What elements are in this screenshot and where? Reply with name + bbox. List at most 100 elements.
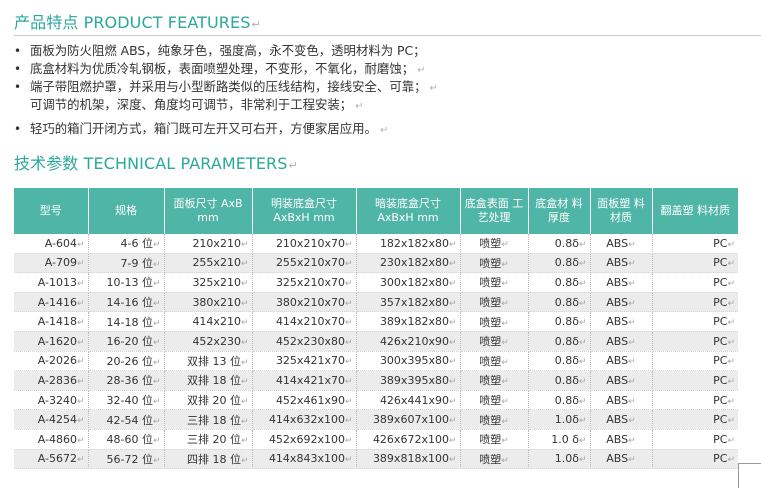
cell-value: A-3240 (37, 393, 77, 407)
cell-value: 255x210 (192, 256, 241, 270)
cell-end-mark-icon: ↵ (344, 435, 353, 446)
cell-value: 210x210x70 (275, 236, 345, 250)
cell-end-mark-icon: ↵ (628, 357, 636, 368)
feature-item: • 底盒材料为优质冷轧钢板，表面喷塑处理，不变形，不氧化，耐磨蚀； ↵ (14, 60, 426, 80)
cell-end-mark-icon: ↵ (448, 396, 457, 407)
cell-end-mark-icon: ↵ (76, 259, 85, 270)
table-cell: 414x632x100↵ (252, 409, 357, 430)
cell-value: 14-18 位 (106, 315, 153, 329)
paragraph-mark-icon: ↵ (417, 65, 426, 76)
table-cell: ABS↵ (590, 292, 653, 313)
paragraph-mark-icon: ↵ (288, 159, 298, 172)
cell-end-mark-icon: ↵ (344, 337, 353, 348)
table-row: A-1013↵ 10-13 位↵ 325x210↵ 325x210x70↵ 300x18… (14, 272, 738, 293)
cell-value: 389x607x100 (372, 413, 449, 427)
table-row: A-1418↵ 14-18 位↵ 414x210↵ 414x210x70↵ 389x18… (14, 311, 738, 332)
cell-end-mark-icon: ↵ (152, 279, 161, 290)
table-cell: A-4254↵ (14, 409, 89, 430)
cell-value: 380x210 (192, 295, 241, 309)
cell-end-mark-icon: ↵ (240, 337, 249, 348)
cell-value: PC (713, 393, 728, 407)
cell-end-mark-icon: ↵ (344, 357, 353, 368)
cell-end-mark-icon: ↵ (152, 397, 161, 408)
table-cell: 喷塑↵ (460, 253, 529, 274)
cell-value: A-5672 (37, 452, 77, 466)
cell-value: 喷塑 (479, 394, 502, 408)
table-cell: 0.8δ↵ (528, 390, 591, 411)
cell-end-mark-icon: ↵ (727, 239, 735, 250)
table-cell: A-5672↵ (14, 449, 89, 470)
cell-value: 喷塑 (479, 237, 502, 251)
cell-end-mark-icon: ↵ (76, 435, 85, 446)
table-cell: PC↵ (652, 253, 738, 274)
cell-value: 452x692x100 (268, 432, 345, 446)
table-cell: 380x210↵ (164, 292, 253, 313)
cell-end-mark-icon: ↵ (240, 397, 249, 408)
cell-end-mark-icon: ↵ (727, 337, 735, 348)
cell-end-mark-icon: ↵ (76, 278, 85, 289)
cell-end-mark-icon: ↵ (240, 455, 249, 466)
cell-value: 喷塑 (479, 335, 502, 349)
cell-end-mark-icon: ↵ (578, 298, 587, 309)
cell-value: A-2836 (37, 373, 77, 387)
table-cell: A-2026↵ (14, 351, 89, 372)
cell-end-mark-icon: ↵ (344, 318, 353, 329)
feature-text: 底盒材料为优质冷轧钢板，表面喷塑处理，不变形，不氧化，耐磨蚀； (30, 61, 415, 76)
table-cell: 230x182x80↵ (356, 253, 461, 274)
table-cell: 0.8δ↵ (528, 234, 591, 254)
cell-value: 喷塑 (479, 433, 502, 447)
table-cell: PC↵ (652, 409, 738, 430)
cell-value: 三排 20 位 (186, 433, 241, 447)
cell-value: 三排 18 位 (186, 413, 241, 427)
table-cell: 0.8δ↵ (528, 311, 591, 332)
cell-end-mark-icon: ↵ (501, 318, 509, 329)
cell-value: A-1418 (37, 315, 77, 329)
cell-value: ABS (606, 452, 629, 466)
cell-end-mark-icon: ↵ (448, 239, 457, 250)
cell-value: 414x210 (192, 315, 241, 329)
table-cell: 16-20 位↵ (88, 331, 165, 352)
cell-value: A-709 (44, 256, 77, 270)
table-cell: 双排 20 位↵ (164, 390, 253, 411)
table-row: A-4254↵ 42-54 位↵ 三排 18 位↵ 414x632x100↵ 389x6… (14, 409, 738, 430)
table-cell: 32-40 位↵ (88, 390, 165, 411)
cell-end-mark-icon: ↵ (344, 416, 353, 427)
cell-value: 喷塑 (479, 354, 502, 368)
cell-end-mark-icon: ↵ (501, 299, 509, 310)
table-cell: 14-18 位↵ (88, 311, 165, 332)
cell-end-mark-icon: ↵ (727, 318, 735, 329)
cell-end-mark-icon: ↵ (501, 279, 509, 290)
cell-end-mark-icon: ↵ (628, 278, 636, 289)
table-cell: 426x672x100↵ (356, 429, 461, 450)
cell-end-mark-icon: ↵ (344, 239, 353, 250)
cell-value: ABS (606, 256, 629, 270)
cell-value: 452x461x90 (275, 393, 345, 407)
table-cell: 452x461x90↵ (252, 390, 357, 411)
cell-end-mark-icon: ↵ (448, 259, 457, 270)
cell-end-mark-icon: ↵ (76, 239, 85, 250)
cell-value: 四排 18 位 (186, 452, 241, 466)
cell-value: 1.0δ (554, 413, 579, 427)
cell-end-mark-icon: ↵ (240, 259, 249, 270)
table-cell: 0.8δ↵ (528, 351, 591, 372)
cell-end-mark-icon: ↵ (448, 455, 457, 466)
cell-end-mark-icon: ↵ (240, 318, 249, 329)
table-cell: PC↵ (652, 449, 738, 470)
cell-end-mark-icon: ↵ (501, 357, 509, 368)
table-cell: A-4860↵ (14, 429, 89, 450)
col-header: 暗装底盒尺寸 AxBxH mm (356, 188, 461, 234)
cell-end-mark-icon: ↵ (501, 455, 509, 466)
cell-value: 325x421x70 (275, 354, 345, 368)
cell-end-mark-icon: ↵ (448, 416, 457, 427)
table-cell: 1.0δ↵ (528, 449, 591, 470)
table-cell: ABS↵ (590, 409, 653, 430)
parameters-table: 型号 规格 面板尺寸 AxB mm 明装底盒尺寸 AxBxH mm 暗装底盒尺寸… (14, 188, 738, 470)
cell-end-mark-icon: ↵ (578, 357, 587, 368)
cell-value: 389x395x80 (379, 373, 449, 387)
cell-value: A-1013 (37, 275, 77, 289)
table-cell: 56-72 位↵ (88, 449, 165, 470)
cell-value: 255x210x70 (275, 256, 345, 270)
cell-end-mark-icon: ↵ (727, 376, 735, 387)
cell-value: 300x182x80 (379, 275, 449, 289)
cell-end-mark-icon: ↵ (152, 357, 161, 368)
